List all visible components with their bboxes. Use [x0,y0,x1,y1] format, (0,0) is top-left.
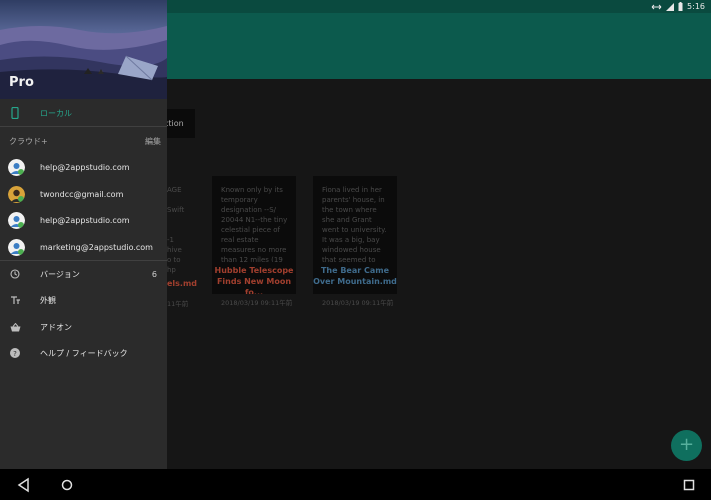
partial-card-line: -1 [167,236,174,244]
data-transfer-icon [651,3,662,11]
note-card-date: 2018/03/19 09:11午前 [322,299,394,307]
drawer-item-label: アドオン [40,322,72,332]
note-card-date: 2018/03/19 09:11午前 [221,299,293,307]
phone-icon [9,107,21,119]
account-email: help@2appstudio.com [40,163,130,172]
note-card-title: The Bear Came Over Mountain.md [313,266,397,286]
photo-avatar-icon [8,186,25,203]
account-item[interactable]: help@2appstudio.com [0,207,167,233]
account-email: twondcc@gmail.com [40,190,124,199]
note-card[interactable]: Fiona lived in her parents' house, in th… [313,176,397,294]
partial-card-date: 11午前 [167,300,189,308]
history-icon [9,268,21,280]
partial-card[interactable]: AGE Swift -1 hive o to hp [167,185,184,275]
versions-count: 6 [151,269,157,279]
help-icon: ? [9,347,21,359]
drawer-item-label: ヘルプ / フィードバック [40,348,128,358]
partial-card-line: hive [167,246,182,254]
account-email: help@2appstudio.com [40,216,130,225]
partial-card-title: els.md [167,279,198,288]
partial-card-line: hp [167,266,176,274]
add-note-button[interactable]: + [671,430,702,461]
edit-accounts-button[interactable]: 編集 [145,136,161,147]
partial-card-line: AGE [167,186,182,194]
battery-icon [678,2,683,11]
home-icon [61,479,73,491]
screen: 5:16 ction AGE Swift -1 hive o to hp els… [0,0,711,500]
note-card-excerpt: Known only by its temporary designation … [221,186,288,262]
default-avatar-icon [8,239,25,256]
basket-icon [9,321,21,333]
account-email: marketing@2appstudio.com [40,243,153,252]
navigation-drawer: Pro ローカル クラウド+ 編集 help@2appstudio.com tw… [0,0,167,469]
default-avatar-icon [8,212,25,229]
status-time: 5:16 [687,2,705,11]
partial-card-line: Swift [167,206,185,214]
drawer-header-title: Pro [9,75,34,90]
signal-icon [666,2,675,11]
drawer-item-local[interactable]: ローカル [0,100,167,126]
drawer-item-appearance[interactable]: 外観 [0,287,167,313]
partial-card-line: o to [167,256,181,264]
account-item[interactable]: marketing@2appstudio.com [0,234,167,260]
back-icon [17,477,29,493]
default-avatar-icon [8,159,25,176]
text-size-icon [9,294,21,306]
account-item[interactable]: twondcc@gmail.com [0,181,167,207]
drawer-header: Pro [0,0,167,99]
note-card-title: Hubble Telescope Finds New Moon fo... [214,266,294,294]
drawer-item-addons[interactable]: アドオン [0,314,167,340]
note-card-excerpt: Fiona lived in her parents' house, in th… [322,186,387,262]
system-nav-bar [0,469,711,500]
svg-text:?: ? [13,350,17,358]
drawer-item-label: ローカル [40,108,72,118]
drawer-item-versions[interactable]: バージョン 6 [0,261,167,287]
divider [0,126,167,127]
note-card[interactable]: Known only by its temporary designation … [212,176,296,294]
cloud-section-label: クラウド+ [9,137,48,146]
recents-button[interactable] [680,476,698,494]
back-button[interactable] [15,476,33,494]
plus-icon: + [678,434,695,455]
drawer-item-help[interactable]: ? ヘルプ / フィードバック [0,340,167,366]
drawer-item-label: 外観 [40,295,56,305]
recents-icon [683,479,695,491]
drawer-item-label: バージョン [40,269,80,279]
account-item[interactable]: help@2appstudio.com [0,154,167,180]
home-button[interactable] [58,476,76,494]
